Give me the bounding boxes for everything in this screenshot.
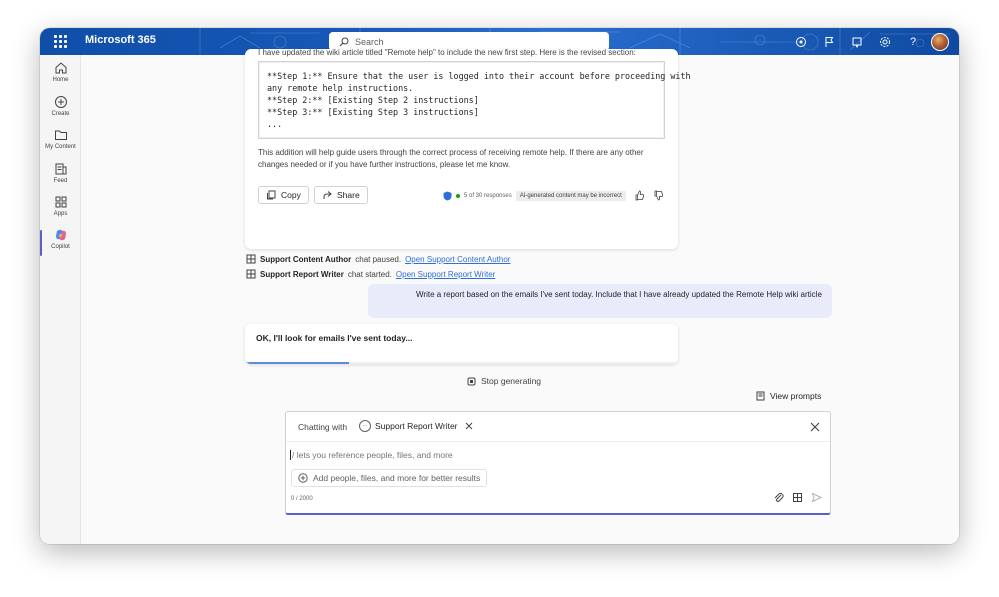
agent-chip-label: Support Report Writer	[375, 421, 458, 431]
add-circle-icon	[298, 473, 308, 483]
message-input-area[interactable]	[290, 448, 826, 462]
rail-label-my-content: My Content	[45, 144, 76, 150]
rail-item-create[interactable]: Create	[40, 95, 81, 125]
agent-name: Support Content Author	[260, 254, 352, 264]
attach-icon[interactable]	[773, 492, 784, 503]
agent-status-text: chat started.	[347, 269, 392, 279]
folder-icon	[54, 130, 67, 140]
add-context-label: Add people, files, and more for better r…	[313, 473, 481, 483]
message-input[interactable]	[292, 450, 812, 460]
composer-header: Chatting with ⋯ Support Report Writer	[286, 412, 830, 442]
thumbs-up-icon[interactable]	[634, 190, 645, 201]
notifications-icon[interactable]	[843, 28, 871, 55]
header-actions: ?	[787, 28, 949, 55]
assistant-response-card: I have updated the wiki article titled "…	[245, 49, 691, 249]
thumbs-down-icon[interactable]	[653, 190, 664, 201]
agent-icon	[246, 269, 256, 279]
status-dot	[456, 193, 460, 198]
open-agent-link[interactable]: Open Support Report Writer	[396, 270, 495, 279]
shield-icon	[443, 191, 452, 200]
app-launcher-icon[interactable]	[54, 35, 67, 48]
rail-label-create: Create	[51, 111, 70, 117]
search-placeholder: Search	[355, 36, 384, 47]
user-message-bubble: Write a report based on the emails I've …	[368, 284, 832, 318]
agent-avatar-icon: ⋯	[359, 420, 371, 432]
flag-icon[interactable]	[815, 28, 843, 55]
response-count: 5 of 30 responses	[464, 192, 512, 199]
agent-status-started: Support Report Writer chat started. Open…	[246, 269, 495, 279]
code-line: **Step 3:** [Existing Step 3 instruction…	[267, 107, 479, 117]
copy-icon	[267, 190, 276, 200]
rail-label-home: Home	[52, 77, 69, 83]
agent-name: Support Report Writer	[260, 269, 344, 279]
prompts-icon	[756, 391, 765, 401]
add-circle-icon	[54, 96, 67, 108]
plugins-icon[interactable]	[792, 492, 803, 503]
apps-icon	[55, 196, 66, 208]
code-line: **Step 2:** [Existing Step 2 instruction…	[267, 95, 479, 105]
agent-status-text: chat paused.	[355, 254, 402, 264]
remove-agent-icon[interactable]	[465, 422, 473, 430]
agent-status-paused: Support Content Author chat paused. Open…	[246, 254, 510, 264]
generation-progress-fill	[245, 362, 349, 364]
code-line: **Step 1:** Ensure that the user is logg…	[267, 71, 691, 81]
stop-icon	[467, 377, 476, 385]
send-icon[interactable]	[811, 492, 822, 503]
rail-label-copilot: Copilot	[51, 244, 70, 250]
copilot-header-icon[interactable]	[787, 28, 815, 55]
chat-main: I have updated the wiki article titled "…	[81, 49, 959, 544]
chat-composer: Chatting with ⋯ Support Report Writer Ad…	[285, 411, 831, 515]
copy-button[interactable]: Copy	[258, 186, 309, 204]
help-icon[interactable]: ?	[899, 28, 927, 55]
home-icon	[55, 62, 66, 74]
response-body-text: This addition will help guide users thro…	[258, 148, 644, 169]
copy-label: Copy	[281, 190, 301, 200]
stop-generating-label: Stop generating	[481, 376, 542, 386]
assistant-pending-card: OK, I'll look for emails I've sent today…	[245, 324, 678, 364]
user-message-text: Write a report based on the emails I've …	[416, 290, 822, 299]
user-avatar[interactable]	[931, 32, 949, 51]
share-label: Share	[337, 190, 360, 200]
ai-notice-badge: AI-generated content may be incorrect	[515, 190, 626, 201]
code-block: **Step 1:** Ensure that the user is logg…	[258, 61, 691, 139]
response-meta: 5 of 30 responses AI-generated content m…	[443, 190, 664, 201]
text-caret	[290, 450, 291, 460]
rail-label-feed: Feed	[53, 178, 68, 184]
rail-item-feed[interactable]: Feed	[40, 162, 81, 192]
view-prompts-label: View prompts	[770, 391, 822, 401]
open-agent-link[interactable]: Open Support Content Author	[405, 255, 510, 264]
character-counter: 0 / 2000	[291, 496, 313, 502]
rail-item-my-content[interactable]: My Content	[40, 128, 81, 158]
code-line: ...	[267, 119, 283, 129]
left-rail: Home Create My Content Feed Apps Copilot	[40, 55, 81, 544]
rail-item-copilot[interactable]: Copilot	[40, 228, 81, 258]
app-window: Microsoft 365 Search ? Home Create My Co…	[40, 28, 959, 544]
rail-item-apps[interactable]: Apps	[40, 195, 81, 225]
add-context-button[interactable]: Add people, files, and more for better r…	[291, 469, 488, 487]
composer-tools	[773, 492, 822, 503]
response-intro-text: I have updated the wiki article titled "…	[258, 49, 636, 57]
search-icon	[339, 37, 349, 46]
brand-name[interactable]: Microsoft 365	[85, 34, 156, 46]
agent-icon	[246, 254, 256, 264]
feed-icon	[55, 163, 66, 175]
stop-generating-button[interactable]: Stop generating	[467, 376, 541, 386]
rail-label-apps: Apps	[53, 211, 68, 217]
share-button[interactable]: Share	[314, 186, 368, 204]
share-icon	[323, 191, 332, 199]
agent-chip[interactable]: ⋯ Support Report Writer	[355, 417, 477, 435]
assistant-pending-text: OK, I'll look for emails I've sent today…	[256, 333, 413, 343]
chatting-with-label: Chatting with	[298, 422, 348, 432]
rail-item-home[interactable]: Home	[40, 61, 81, 91]
settings-icon[interactable]	[871, 28, 899, 55]
code-line: any remote help instructions.	[267, 83, 414, 93]
close-icon[interactable]	[810, 422, 820, 432]
view-prompts-button[interactable]: View prompts	[756, 391, 821, 401]
copilot-icon	[55, 229, 66, 241]
generation-progress	[245, 362, 678, 364]
